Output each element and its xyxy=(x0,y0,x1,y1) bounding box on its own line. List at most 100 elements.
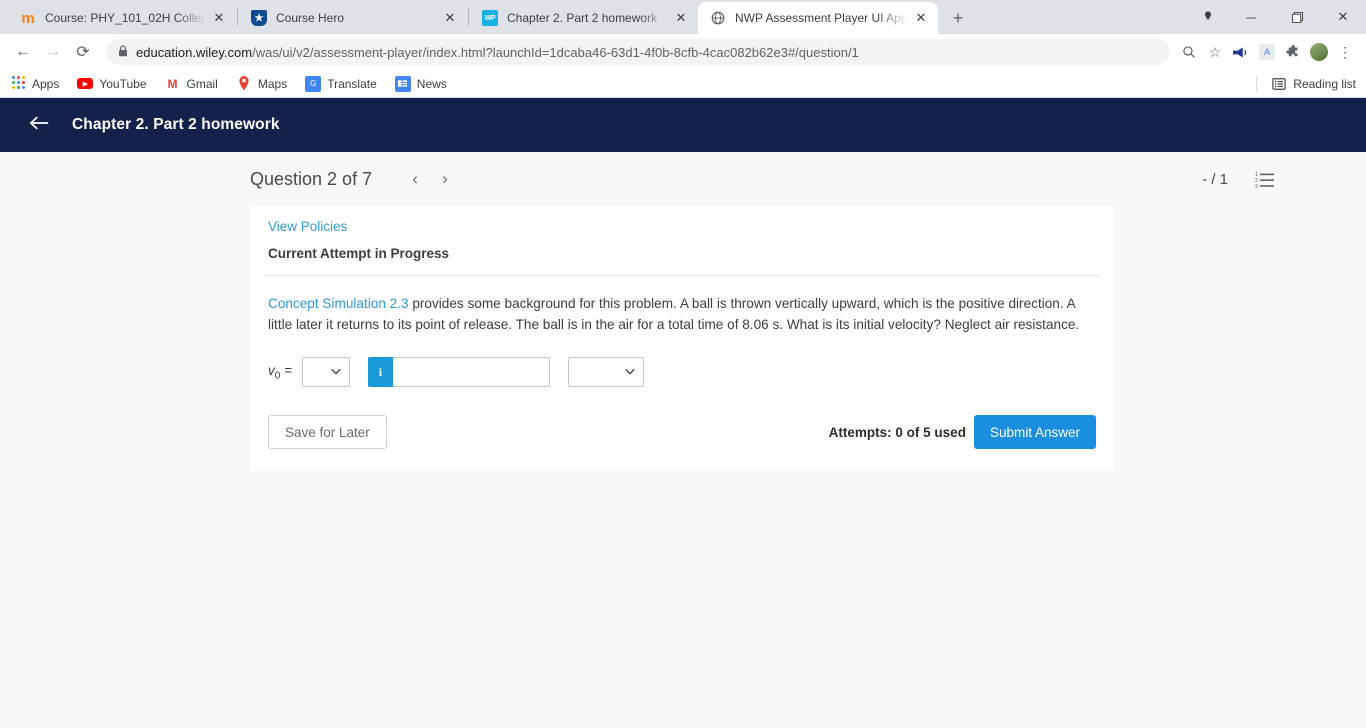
variable-symbol: v xyxy=(268,362,275,378)
forward-button[interactable]: → xyxy=(38,37,68,67)
lock-icon xyxy=(118,45,128,60)
bookmark-youtube[interactable]: ▶ YouTube xyxy=(77,76,147,91)
search-icon[interactable] xyxy=(1176,39,1202,65)
wileyplus-icon: WP xyxy=(482,10,498,26)
reading-list-button[interactable]: Reading list xyxy=(1271,76,1356,92)
svg-text:3: 3 xyxy=(1255,184,1258,188)
browser-tab-1[interactable]: m Course: PHY_101_02H College Ph ✕ xyxy=(8,2,236,34)
url-domain: education.wiley.com xyxy=(136,44,253,60)
url-path: /was/ui/v2/assessment-player/index.html?… xyxy=(252,44,859,60)
submit-answer-button[interactable]: Submit Answer xyxy=(973,415,1096,449)
card-actions: Save for Later Attempts: 0 of 5 used Sub… xyxy=(268,415,1096,449)
sign-select[interactable] xyxy=(301,357,350,387)
variable-label: v0 = xyxy=(268,363,292,382)
bookmark-gmail[interactable]: M Gmail xyxy=(165,76,218,92)
unit-select[interactable] xyxy=(567,357,644,387)
close-window-button[interactable]: ✕ xyxy=(1320,1,1366,33)
tab-separator xyxy=(468,8,469,26)
submit-area: Attempts: 0 of 5 used Submit Answer xyxy=(829,415,1096,449)
divider xyxy=(1256,75,1258,92)
back-arrow-icon[interactable] xyxy=(29,115,50,135)
concept-simulation-link[interactable]: Concept Simulation 2.3 xyxy=(268,296,409,311)
bookmark-label: Translate xyxy=(327,76,377,91)
new-tab-button[interactable]: + xyxy=(944,4,972,32)
bookmark-label: YouTube xyxy=(99,76,147,91)
question-list-icon[interactable]: 1 2 3 xyxy=(1254,168,1276,190)
tab-close-icon[interactable]: ✕ xyxy=(210,9,228,27)
url-text: education.wiley.com/was/ui/v2/assessment… xyxy=(136,45,1160,60)
question-counter: Question 2 of 7 xyxy=(250,168,373,189)
translate-icon: G xyxy=(305,75,322,92)
save-for-later-button[interactable]: Save for Later xyxy=(268,415,387,449)
question-nav-right: - / 1 1 2 3 xyxy=(1202,168,1276,190)
tab-title: NWP Assessment Player UI Appli xyxy=(735,11,908,25)
tab-close-icon[interactable]: ✕ xyxy=(672,9,690,27)
previous-question-button[interactable]: ‹ xyxy=(400,164,430,194)
next-question-button[interactable]: › xyxy=(430,164,460,194)
bookmark-maps[interactable]: Maps xyxy=(236,76,287,92)
tab-close-icon[interactable]: ✕ xyxy=(441,9,459,27)
bookmark-label: Maps xyxy=(257,76,288,91)
apps-grid-icon xyxy=(10,75,26,92)
minimize-button[interactable]: ─ xyxy=(1228,1,1274,33)
tab-separator xyxy=(237,8,238,26)
card-header: View Policies Current Attempt in Progres… xyxy=(250,206,1114,275)
bookmark-star-icon[interactable]: ☆ xyxy=(1202,39,1228,65)
avatar-image xyxy=(1310,43,1328,61)
assessment-header: Chapter 2. Part 2 homework xyxy=(0,98,1366,152)
page-content: Chapter 2. Part 2 homework Question 2 of… xyxy=(0,98,1366,728)
chevron-down-icon xyxy=(625,367,635,378)
question-text: Concept Simulation 2.3 provides some bac… xyxy=(268,294,1096,335)
back-button[interactable]: ← xyxy=(8,37,38,67)
profile-avatar[interactable] xyxy=(1306,39,1332,65)
view-policies-link[interactable]: View Policies xyxy=(268,219,347,234)
page-title: Chapter 2. Part 2 homework xyxy=(72,116,280,133)
bookmark-label: News xyxy=(416,76,447,91)
browser-tab-3[interactable]: WP Chapter 2. Part 2 homework ✕ xyxy=(470,2,698,34)
attempts-counter: Attempts: 0 of 5 used xyxy=(828,424,966,440)
bookmark-label: Apps xyxy=(32,76,60,91)
browser-tab-2[interactable]: ★ Course Hero ✕ xyxy=(239,2,467,34)
translate-glyph: A xyxy=(1259,44,1275,60)
translate-icon[interactable]: A xyxy=(1254,39,1280,65)
bookmarks-bar-right: Reading list xyxy=(1256,75,1356,92)
megaphone-icon[interactable] xyxy=(1228,39,1254,65)
gmail-icon: M xyxy=(167,76,178,91)
card-body: Concept Simulation 2.3 provides some bac… xyxy=(250,276,1114,471)
equals-sign: = xyxy=(284,362,292,378)
score-display: - / 1 xyxy=(1202,170,1228,188)
browser-menu-icon[interactable]: ⋮ xyxy=(1332,39,1358,65)
coursehero-icon: ★ xyxy=(251,10,267,26)
bookmark-news[interactable]: News xyxy=(394,75,447,92)
reading-list-icon xyxy=(1271,76,1287,92)
extensions-puzzle-icon[interactable] xyxy=(1280,39,1306,65)
info-icon-button[interactable]: i xyxy=(367,357,393,387)
content-area: View Policies Current Attempt in Progres… xyxy=(0,206,1366,728)
reload-button[interactable]: ⟳ xyxy=(68,37,98,67)
answer-input-row: v0 = i xyxy=(268,357,1096,387)
youtube-icon: ▶ xyxy=(77,78,94,89)
tab-title: Course: PHY_101_02H College Ph xyxy=(45,11,206,25)
address-bar[interactable]: education.wiley.com/was/ui/v2/assessment… xyxy=(106,39,1170,65)
bookmark-label: Gmail xyxy=(186,76,218,91)
bookmarks-bar: Apps ▶ YouTube M Gmail Maps G Translate … xyxy=(0,70,1366,98)
extension-indicator-icon[interactable] xyxy=(1188,1,1228,33)
browser-tab-4-active[interactable]: NWP Assessment Player UI Appli ✕ xyxy=(698,2,938,34)
globe-icon xyxy=(710,10,726,26)
tab-close-icon[interactable]: ✕ xyxy=(912,9,930,27)
moodle-icon: m xyxy=(21,10,35,26)
reading-list-label: Reading list xyxy=(1293,76,1356,91)
browser-toolbar: ← → ⟳ education.wiley.com/was/ui/v2/asse… xyxy=(0,34,1366,70)
chevron-down-icon xyxy=(331,367,341,378)
answer-input-group: i xyxy=(367,357,550,387)
tab-title: Chapter 2. Part 2 homework xyxy=(507,11,658,25)
browser-chrome: m Course: PHY_101_02H College Ph ✕ ★ Cou… xyxy=(0,0,1366,98)
question-card: View Policies Current Attempt in Progres… xyxy=(250,206,1114,471)
question-nav-bar: Question 2 of 7 ‹ › - / 1 1 2 3 xyxy=(0,152,1366,206)
bookmark-apps[interactable]: Apps xyxy=(10,75,60,92)
maps-pin-icon xyxy=(236,76,252,92)
answer-value-input[interactable] xyxy=(392,357,550,387)
maximize-button[interactable] xyxy=(1274,1,1320,33)
bookmark-translate[interactable]: G Translate xyxy=(305,75,377,92)
window-controls: ─ ✕ xyxy=(1188,0,1366,34)
